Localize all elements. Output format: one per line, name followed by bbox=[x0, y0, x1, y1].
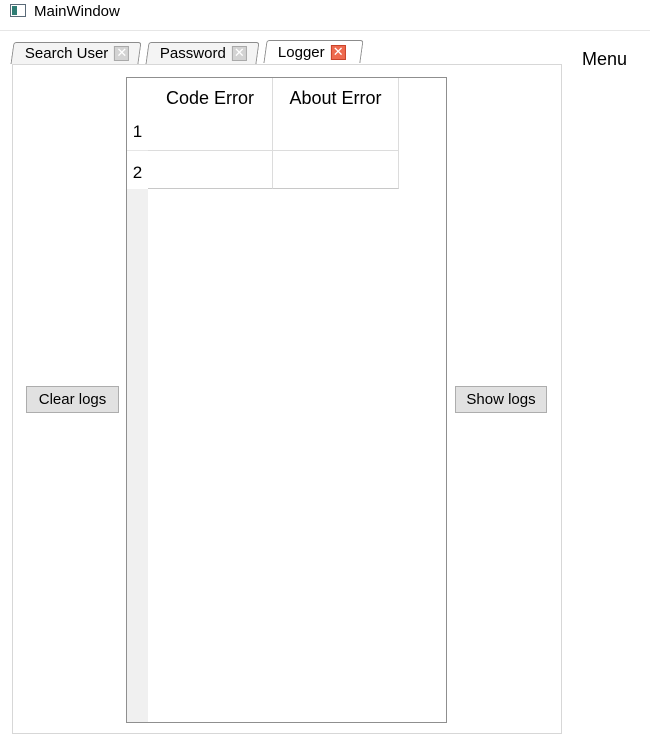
row-number: 1 bbox=[132, 122, 143, 141]
tab-label: Password bbox=[159, 45, 226, 62]
column-header-label: Code Error bbox=[165, 88, 255, 108]
table-cell[interactable] bbox=[273, 151, 399, 189]
tab-label: Logger bbox=[277, 43, 325, 61]
window-title: MainWindow bbox=[34, 3, 120, 20]
menu-label[interactable]: Menu bbox=[582, 49, 627, 70]
logs-table[interactable]: Code Error About Error 1 2 bbox=[126, 77, 447, 723]
close-icon[interactable]: ✕ bbox=[231, 46, 247, 61]
app-window-icon bbox=[10, 4, 26, 17]
show-logs-button[interactable]: Show logs bbox=[455, 386, 547, 413]
tab-password[interactable]: Password ✕ bbox=[145, 42, 260, 64]
title-bar: MainWindow bbox=[0, 0, 650, 26]
tab-label: Search User bbox=[24, 45, 109, 62]
tab-logger[interactable]: Logger ✕ bbox=[263, 40, 364, 63]
clear-logs-button[interactable]: Clear logs bbox=[26, 386, 119, 413]
logger-tab-panel: Clear logs Code Error About Error 1 2 Sh… bbox=[12, 64, 562, 734]
table-corner[interactable] bbox=[127, 78, 148, 103]
column-header-about-error[interactable]: About Error bbox=[273, 78, 399, 151]
tab-search-user[interactable]: Search User ✕ bbox=[10, 42, 142, 64]
row-header-2[interactable]: 2 bbox=[127, 151, 148, 189]
column-header-code-error[interactable]: Code Error bbox=[148, 78, 273, 151]
close-icon[interactable]: ✕ bbox=[114, 46, 130, 61]
close-icon[interactable]: ✕ bbox=[330, 44, 346, 60]
row-header-1[interactable]: 1 bbox=[127, 103, 148, 151]
row-number: 2 bbox=[132, 163, 143, 182]
column-header-label: About Error bbox=[289, 88, 382, 108]
table-cell[interactable] bbox=[148, 151, 273, 189]
main-window-client: Search User ✕ Password ✕ Logger ✕ Menu C… bbox=[0, 30, 650, 734]
